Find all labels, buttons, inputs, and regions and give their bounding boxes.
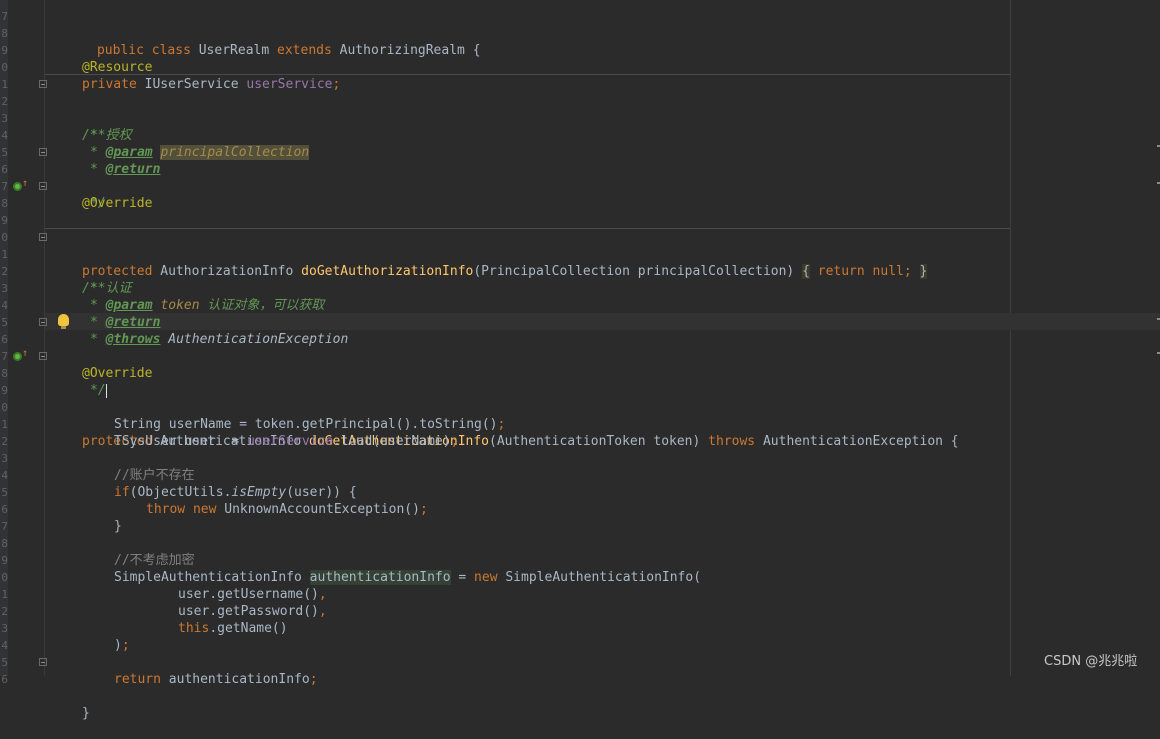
fold-icon[interactable]	[39, 318, 47, 326]
code-line[interactable]: 7	[0, 501, 1160, 533]
code-line[interactable]: 2 this.getName()	[0, 586, 1160, 636]
code-line[interactable]: 1 TSysUser user = userService.load(userN…	[0, 399, 1160, 449]
code-line[interactable]: 8 //不考虑加密	[0, 518, 1160, 568]
code-line[interactable]: 2	[0, 416, 1160, 448]
implements-method-icon[interactable]	[13, 352, 22, 361]
code-line[interactable]: 9 SimpleAuthenticationInfo authenticatio…	[0, 535, 1160, 585]
code-line[interactable]: 6 */	[0, 144, 1160, 211]
code-line[interactable]: 0 private IUserService userService;	[0, 42, 1160, 92]
fold-icon[interactable]	[39, 182, 47, 190]
variable[interactable]: authenticationInfo	[161, 672, 310, 687]
code-line[interactable]: 9	[0, 195, 1160, 227]
code-line[interactable]: 5 * @throws AuthenticationException	[0, 297, 1160, 347]
code-line[interactable]: 8 ↑ protected AuthenticationInfo doGetAu…	[0, 348, 1160, 450]
code-line[interactable]: 3 );	[0, 603, 1160, 653]
implements-method-icon[interactable]	[13, 182, 22, 191]
code-line[interactable]: 1	[0, 59, 1160, 91]
watermark: CSDN @兆兆啦	[1044, 654, 1138, 669]
code-line[interactable]: 6 }	[0, 654, 1160, 721]
code-line[interactable]: 8 ↑ protected AuthorizationInfo doGetAut…	[0, 178, 1160, 279]
code-editor[interactable]: 7 public class UserRealm extends Authori…	[0, 0, 1160, 721]
fold-icon[interactable]	[39, 80, 47, 88]
code-line[interactable]: 6 */	[0, 314, 1160, 398]
code-line[interactable]: 4 if(ObjectUtils.isEmpty(user)) {	[0, 450, 1160, 500]
code-line[interactable]: 3 * 授权	[0, 93, 1160, 143]
code-line[interactable]: 7 public class UserRealm extends Authori…	[0, 0, 1160, 58]
code-line[interactable]: 9 @Resource	[0, 25, 1160, 75]
fold-icon[interactable]	[39, 352, 47, 360]
code-line[interactable]: 5 * @return	[0, 127, 1160, 177]
code-line[interactable]: 3 * @param token 认证对象，可以获取	[0, 263, 1160, 313]
keyword: return	[114, 672, 161, 687]
code-line[interactable]: 4	[0, 620, 1160, 652]
fold-icon[interactable]	[39, 233, 47, 241]
line-number: 6	[1, 673, 8, 686]
fold-icon[interactable]	[39, 148, 47, 156]
code-line[interactable]: 4 * @param principalCollection	[0, 110, 1160, 160]
code-line[interactable]: 5 return authenticationInfo;	[0, 637, 1160, 687]
code-line[interactable]: 8	[0, 8, 1160, 40]
semicolon: ;	[309, 672, 318, 687]
code-line[interactable]: 0 user.getUsername(),	[0, 552, 1160, 602]
code-line[interactable]: 6 }	[0, 484, 1160, 534]
code-line[interactable]: 9	[0, 365, 1160, 397]
code-line[interactable]: 0 String userName = token.getPrincipal()…	[0, 382, 1160, 432]
code-line[interactable]: 7 @Override	[0, 161, 1160, 211]
code-line[interactable]: 1 user.getPassword(),	[0, 569, 1160, 619]
code-line[interactable]: 7 @Override	[0, 331, 1160, 381]
override-arrow-icon: ↑	[22, 348, 29, 359]
code-line[interactable]: 3 //账户不存在	[0, 433, 1160, 483]
code-line[interactable]: 4 * @return	[0, 280, 1160, 330]
fold-icon[interactable]	[39, 658, 47, 666]
lightbulb-icon[interactable]	[58, 314, 69, 329]
code-line[interactable]: 5 throw new UnknownAccountException();	[0, 467, 1160, 517]
code-line[interactable]: 2 /**	[0, 76, 1160, 143]
code-line[interactable]: 2 * 认证	[0, 246, 1160, 296]
override-arrow-icon: ↑	[22, 178, 29, 189]
brace: }	[82, 706, 90, 721]
code-line[interactable]: 0	[0, 212, 1160, 244]
code-line[interactable]: 1 /**	[0, 229, 1160, 296]
